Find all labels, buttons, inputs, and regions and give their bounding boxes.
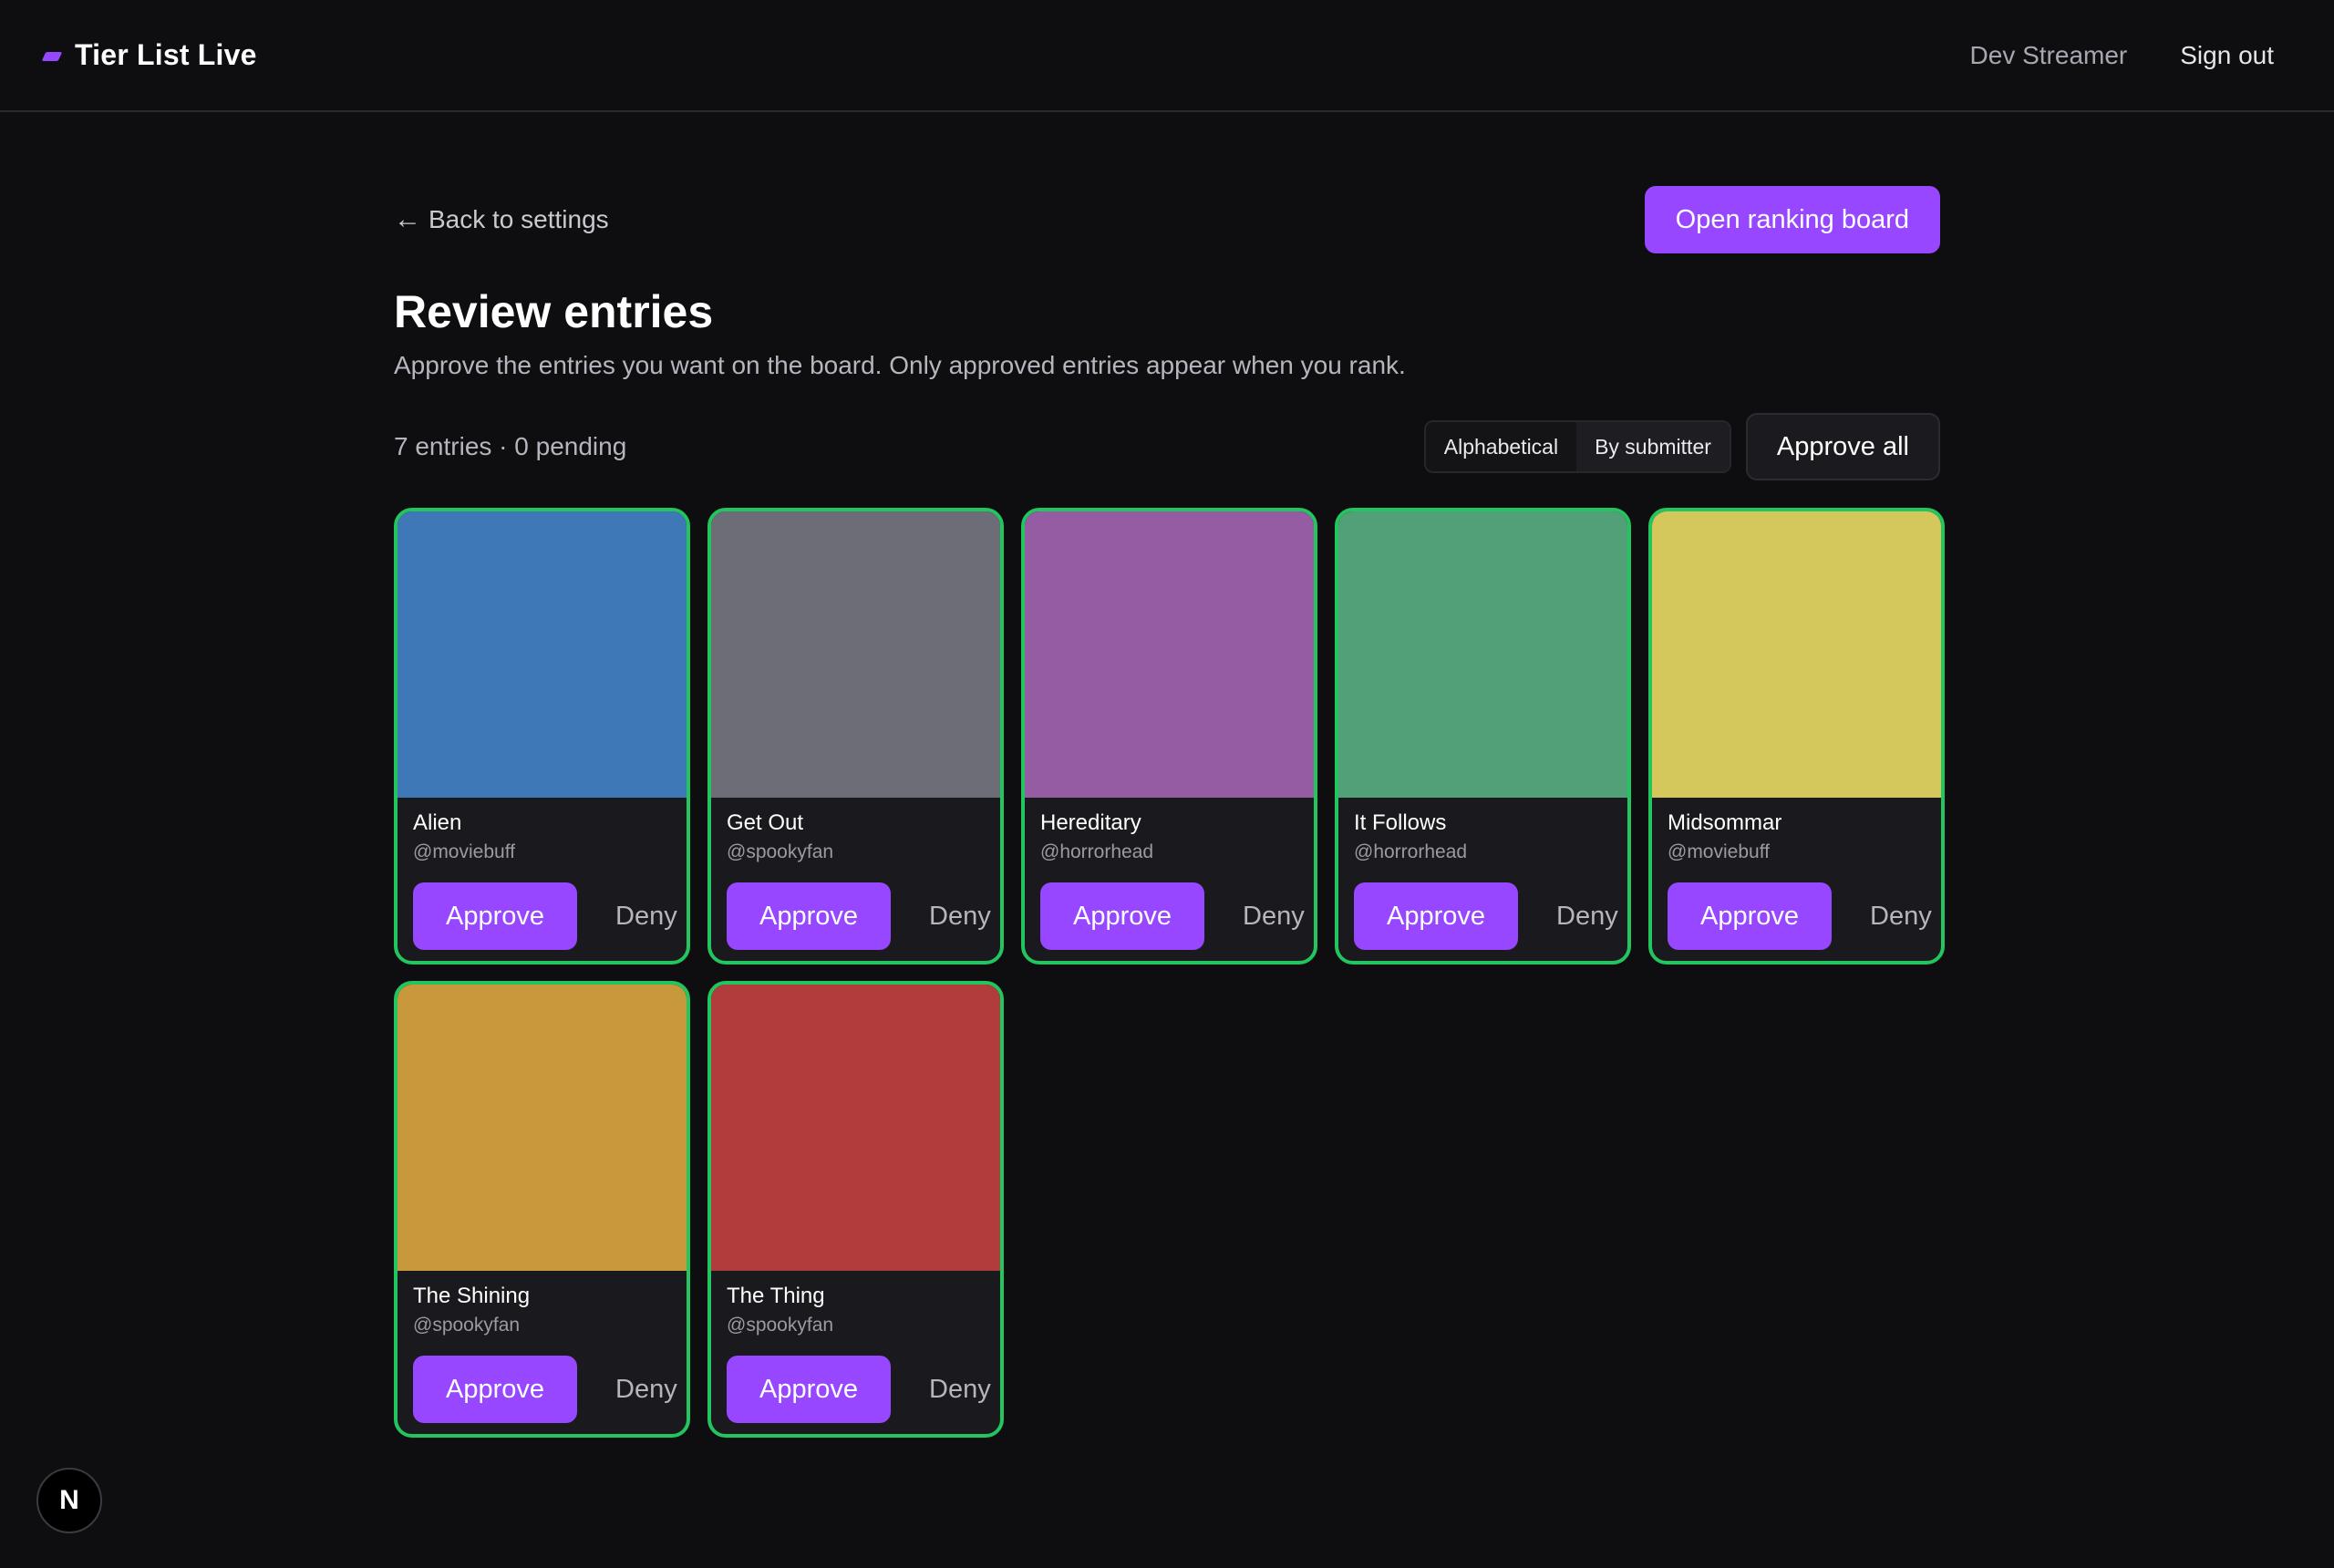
deny-button[interactable]: Deny	[1243, 902, 1305, 932]
entry-actions: Approve Deny	[1668, 882, 1941, 950]
entry-title: Get Out	[727, 810, 804, 835]
sort-by-submitter[interactable]: By submitter	[1576, 422, 1730, 471]
entry-title: Alien	[413, 810, 462, 835]
deny-button[interactable]: Deny	[1556, 902, 1618, 932]
user-name: Dev Streamer	[1969, 40, 2128, 69]
deny-button[interactable]: Deny	[929, 902, 991, 932]
entry-actions: Approve Deny	[1354, 882, 1627, 950]
brand[interactable]: Tier List Live	[41, 38, 257, 72]
top-right-nav: Dev Streamer Sign out	[1970, 41, 2274, 70]
entry-actions: Approve Deny	[727, 882, 1000, 950]
entry-title: The Shining	[413, 1284, 531, 1308]
entry-submitter: @horrorhead	[1040, 841, 1154, 862]
entry-grid: Alien @moviebuff Approve Deny Get Out @s…	[394, 508, 1945, 1438]
entry-title: It Follows	[1354, 810, 1447, 835]
approve-button[interactable]: Approve	[413, 1356, 577, 1423]
entry-thumbnail	[1652, 511, 1941, 798]
entry-actions: Approve Deny	[727, 1356, 1000, 1423]
page-actions-row: ← Back to settings Open ranking board	[394, 186, 1940, 253]
app-title: Tier List Live	[75, 38, 257, 71]
entry-submitter: @spookyfan	[413, 1315, 521, 1336]
controls-row: 7 entries · 0 pending Alphabetical By su…	[394, 413, 1940, 480]
entry-actions: Approve Deny	[413, 882, 687, 950]
deny-button[interactable]: Deny	[615, 902, 677, 932]
approve-button[interactable]: Approve	[727, 1356, 891, 1423]
back-link-label: Back to settings	[429, 205, 609, 233]
entry-title: Hereditary	[1040, 810, 1141, 835]
entry-info: The Thing @spookyfan	[711, 1271, 1000, 1336]
approve-button[interactable]: Approve	[1040, 882, 1204, 950]
entry-thumbnail	[1025, 511, 1314, 798]
entry-submitter: @moviebuff	[413, 841, 515, 862]
entry-info: Hereditary @horrorhead	[1025, 798, 1314, 863]
entry-card: Alien @moviebuff Approve Deny	[394, 508, 690, 965]
open-ranking-board-button[interactable]: Open ranking board	[1644, 186, 1940, 253]
approve-button[interactable]: Approve	[413, 882, 577, 950]
deny-button[interactable]: Deny	[1870, 902, 1932, 932]
entry-card: Midsommar @moviebuff Approve Deny	[1648, 508, 1945, 965]
entry-thumbnail	[711, 511, 1000, 798]
page-description: Approve the entries you want on the boar…	[394, 351, 1406, 379]
entry-info: Midsommar @moviebuff	[1652, 798, 1941, 863]
logo-icon	[41, 52, 63, 61]
deny-button[interactable]: Deny	[929, 1375, 991, 1405]
entry-count: 7 entries · 0 pending	[394, 432, 627, 460]
entry-info: It Follows @horrorhead	[1338, 798, 1627, 863]
entry-card: It Follows @horrorhead Approve Deny	[1335, 508, 1631, 965]
dev-tools-badge[interactable]: N	[36, 1468, 102, 1533]
entry-info: Get Out @spookyfan	[711, 798, 1000, 863]
approve-all-button[interactable]: Approve all	[1745, 413, 1940, 480]
approve-button[interactable]: Approve	[1668, 882, 1832, 950]
entry-card: Hereditary @horrorhead Approve Deny	[1021, 508, 1317, 965]
approve-button[interactable]: Approve	[727, 882, 891, 950]
entry-thumbnail	[711, 985, 1000, 1271]
back-to-settings-link[interactable]: ← Back to settings	[394, 204, 609, 235]
sort-toggle: Alphabetical By submitter	[1423, 420, 1731, 473]
sort-alphabetical[interactable]: Alphabetical	[1425, 422, 1577, 471]
entry-title: The Thing	[727, 1284, 825, 1308]
top-bar: Tier List Live Dev Streamer Sign out	[0, 0, 2334, 112]
entry-card: The Shining @spookyfan Approve Deny	[394, 981, 690, 1438]
arrow-left-icon: ←	[394, 204, 421, 234]
entry-card: Get Out @spookyfan Approve Deny	[707, 508, 1004, 965]
entry-thumbnail	[398, 985, 687, 1271]
page-title: Review entries	[394, 286, 714, 337]
entry-submitter: @spookyfan	[727, 841, 834, 862]
entry-actions: Approve Deny	[413, 1356, 687, 1423]
entry-thumbnail	[398, 511, 687, 798]
deny-button[interactable]: Deny	[615, 1375, 677, 1405]
controls-right: Alphabetical By submitter Approve all	[1423, 413, 1940, 480]
entry-submitter: @spookyfan	[727, 1315, 834, 1336]
sign-out-button[interactable]: Sign out	[2180, 41, 2274, 70]
entry-thumbnail	[1338, 511, 1627, 798]
approve-button[interactable]: Approve	[1354, 882, 1518, 950]
entry-info: Alien @moviebuff	[398, 798, 687, 863]
entry-submitter: @horrorhead	[1354, 841, 1468, 862]
entry-submitter: @moviebuff	[1668, 841, 1770, 862]
entry-card: The Thing @spookyfan Approve Deny	[707, 981, 1004, 1438]
entry-title: Midsommar	[1668, 810, 1782, 835]
entry-info: The Shining @spookyfan	[398, 1271, 687, 1336]
entry-actions: Approve Deny	[1040, 882, 1314, 950]
